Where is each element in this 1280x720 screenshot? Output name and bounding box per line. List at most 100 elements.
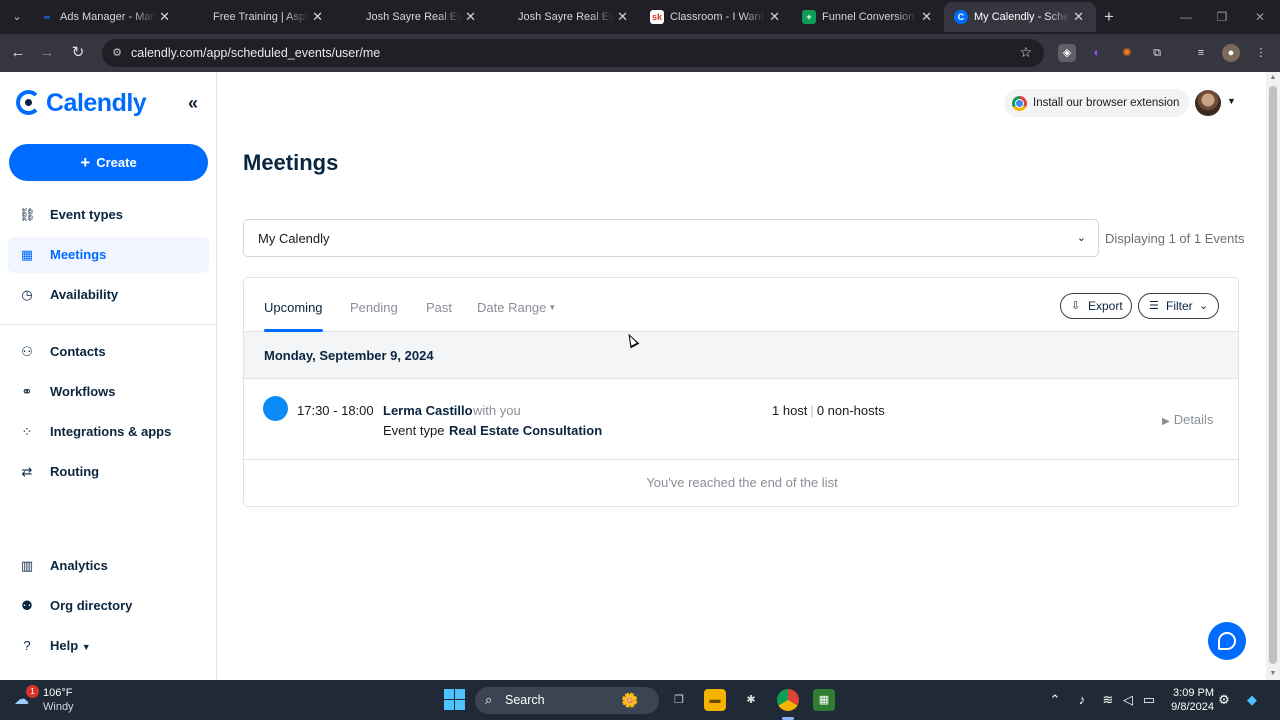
browser-tab[interactable]: Free Training | Aspiring ✕ [183,2,335,32]
date-group-header: Monday, September 9, 2024 [244,332,1238,379]
orange-extension-icon[interactable]: ✺ [1118,44,1136,62]
file-explorer-icon[interactable]: ▬ [704,689,726,711]
create-label: Create [96,155,137,170]
details-button[interactable]: ▶ Details [1162,412,1213,427]
chrome-icon [1012,96,1027,111]
tab-upcoming[interactable]: Upcoming [264,278,323,332]
tray-overflow-icon[interactable]: ⌃ [1046,690,1064,710]
tab-title: My Calendly - Scheduled [974,11,1070,23]
close-window-icon[interactable]: ✕ [1250,7,1270,27]
browser-tab[interactable]: Josh Sayre Real Estate ✕ [488,2,640,32]
meta-icon: ∞ [43,12,51,22]
analytics-icon: ▥ [20,558,34,573]
sidebar-item-org-directory[interactable]: ⚉ Org directory [8,588,209,624]
sidebar-item-workflows[interactable]: ⚭ Workflows [8,374,209,410]
calendar-select[interactable]: My Calendly ⌄ [243,219,1099,257]
notification-bell-icon[interactable]: ⚙ [1215,690,1233,710]
sidebar-item-label: Org directory [50,598,133,613]
tab-past[interactable]: Past [426,278,452,332]
close-tab-icon[interactable]: ✕ [769,2,780,32]
copilot-icon[interactable]: ◆ [1243,690,1261,710]
extensions-puzzle-icon[interactable]: ⧉ [1148,44,1166,62]
install-extension-button[interactable]: Install our browser extension [1004,89,1189,117]
chat-support-icon[interactable] [1208,622,1246,660]
calendly-logo-icon [16,90,41,115]
event-row[interactable]: 17:30 - 18:00 Lerma Castillo with you Ev… [244,379,1238,460]
sidebar-item-contacts[interactable]: ⚇ Contacts [8,334,209,370]
browser-tab[interactable]: sk Classroom - I Want My ✕ [640,2,792,32]
battery-icon[interactable]: ▭ [1140,690,1158,710]
calculator-icon[interactable]: ▦ [813,689,835,711]
bookmark-star-icon[interactable]: ☆ [1019,44,1032,61]
tab-pending[interactable]: Pending [350,278,398,332]
page-scrollbar[interactable]: ▲ ▼ [1266,72,1280,680]
maximize-window-icon[interactable]: ❐ [1212,7,1232,27]
sidebar-item-analytics[interactable]: ▥ Analytics [8,548,209,584]
sidebar-item-integrations[interactable]: ⁘ Integrations & apps [8,414,209,450]
browser-tab[interactable]: Josh Sayre Real Estate ✕ [336,2,488,32]
sidebar-item-label: Availability [50,287,119,302]
sidebar-divider [0,324,216,325]
microphone-icon[interactable]: ♪ [1073,690,1091,710]
caret-down-icon: ▼ [548,303,557,312]
avatar[interactable] [1195,90,1221,116]
collapse-sidebar-icon[interactable]: « [184,92,202,114]
sidebar-item-label: Integrations & apps [50,424,172,439]
minimize-window-icon[interactable]: — [1176,7,1196,27]
tab-search-dropdown-icon[interactable]: ⌄ [6,7,28,27]
chrome-icon[interactable] [777,689,799,711]
export-label: Export [1088,299,1123,313]
sidebar-item-event-types[interactable]: ⛓ Event types [8,197,209,233]
filter-button[interactable]: ☰ Filter ⌄ [1138,293,1219,319]
volume-icon[interactable]: ◁ [1119,690,1137,710]
address-bar[interactable]: ⚙ calendly.com/app/scheduled_events/user… [102,39,1044,67]
sidebar-item-availability[interactable]: ◷ Availability [8,277,209,313]
browser-tab[interactable]: + Funnel Conversion Rates ✕ [792,2,944,32]
clock-icon: ◷ [21,287,33,302]
create-button[interactable]: + Create [9,144,208,181]
event-type-label: Event type [383,423,445,438]
slack-icon[interactable]: ✱ [740,689,762,711]
close-tab-icon[interactable]: ✕ [312,2,323,32]
close-tab-icon[interactable]: ✕ [1073,2,1084,32]
weather-widget[interactable]: ☁ 1 106°F Windy [14,685,114,714]
scroll-down-icon[interactable]: ▼ [1266,668,1280,680]
weather-temperature: 106°F [43,687,73,699]
back-icon[interactable]: ← [7,42,29,64]
sidebar-item-help[interactable]: ? Help ▼ [8,628,209,664]
export-button[interactable]: ⇩ Export [1060,293,1132,319]
filter-label: Filter [1166,299,1193,313]
calendar-icon: ▦ [20,247,34,262]
reload-icon[interactable]: ↻ [67,42,89,64]
chevron-down-icon: ⌄ [1076,232,1086,244]
task-view-icon[interactable]: ❐ [668,689,690,711]
tab-date-range[interactable]: Date Range ▼ [477,278,556,332]
sidebar-item-meetings[interactable]: ▦ Meetings [8,237,209,273]
account-dropdown-icon[interactable]: ▼ [1227,96,1236,106]
close-tab-icon[interactable]: ✕ [921,2,932,32]
wifi-icon[interactable]: ≋ [1099,690,1117,710]
weather-condition: Windy [43,701,74,713]
browser-tab-active[interactable]: C My Calendly - Scheduled ✕ [944,2,1096,32]
system-clock[interactable]: 3:09 PM 9/8/2024 [1168,686,1214,714]
new-tab-icon[interactable]: + [1100,7,1118,27]
close-tab-icon[interactable]: ✕ [617,2,628,32]
media-control-icon[interactable]: ≡ [1192,44,1210,62]
taskbar-search[interactable]: ⌕ Search 🌼 [475,687,659,714]
scroll-up-icon[interactable]: ▲ [1266,72,1280,84]
close-tab-icon[interactable]: ✕ [465,2,476,32]
search-icon: ⌕ [485,692,493,707]
moon-extension-icon[interactable]: ◐ [1088,44,1106,62]
profile-avatar-icon[interactable]: ● [1222,44,1240,62]
close-tab-icon[interactable]: ✕ [159,2,170,32]
site-info-icon[interactable]: ⚙ [110,46,124,60]
forward-icon[interactable]: → [36,42,58,64]
link-icon: ⛓ [19,207,36,222]
browser-menu-icon[interactable]: ⋮ [1252,44,1270,62]
invitee-with: with you [473,403,521,418]
shield-extension-icon[interactable]: ◈ [1058,44,1076,62]
windows-start-icon[interactable] [444,689,465,710]
browser-tab[interactable]: ∞ Ads Manager - Manage ads ✕ [30,2,182,32]
sidebar-item-routing[interactable]: ⇄ Routing [8,454,209,490]
scrollbar-thumb[interactable] [1269,86,1277,664]
